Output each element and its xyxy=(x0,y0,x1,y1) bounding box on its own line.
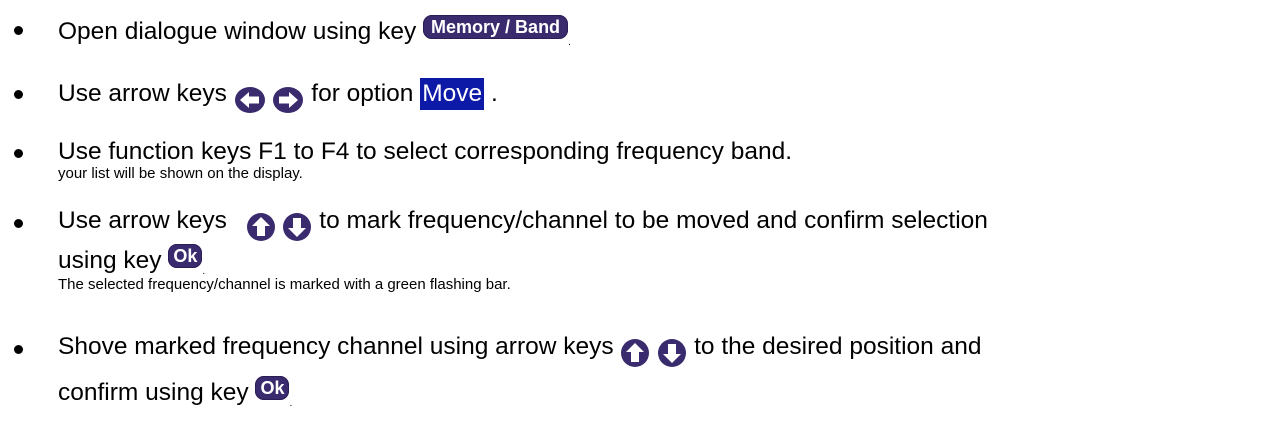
item-text: Open dialogue window using key xyxy=(58,18,417,45)
item-text: Shove marked frequency channel using arr… xyxy=(58,333,614,360)
move-option-highlight: Move xyxy=(420,78,485,110)
bullet xyxy=(14,345,23,354)
item-text: Use function keys F1 to F4 to select cor… xyxy=(58,138,793,165)
arrow-up-icon xyxy=(246,212,275,241)
arrow-left-icon xyxy=(234,86,265,113)
item-text: Use arrow keys xyxy=(58,80,227,107)
ok-key: Ok xyxy=(255,376,290,400)
item-text: Use arrow keys xyxy=(58,207,227,234)
memory-band-key: Memory / Band xyxy=(423,15,569,39)
arrow-down-icon xyxy=(283,212,312,241)
bullet xyxy=(14,149,23,158)
item-text-after: to the desired position and xyxy=(694,333,982,360)
item-note: your list will be shown on the display. xyxy=(58,165,303,182)
item-text-after: to mark frequency/channel to be moved an… xyxy=(319,207,988,234)
arrow-right-icon xyxy=(273,86,304,113)
item-text-line2: confirm using key xyxy=(58,379,249,406)
bullet xyxy=(14,26,23,35)
arrow-down-icon xyxy=(658,338,687,367)
bullet xyxy=(14,219,23,228)
arrow-up-icon xyxy=(621,338,650,367)
item-text-line2: using key xyxy=(58,247,162,274)
ok-key: Ok xyxy=(168,244,203,268)
item-text-mid: for option xyxy=(311,80,414,107)
item-note: The selected frequency/channel is marked… xyxy=(58,276,511,293)
bullet xyxy=(14,90,23,99)
